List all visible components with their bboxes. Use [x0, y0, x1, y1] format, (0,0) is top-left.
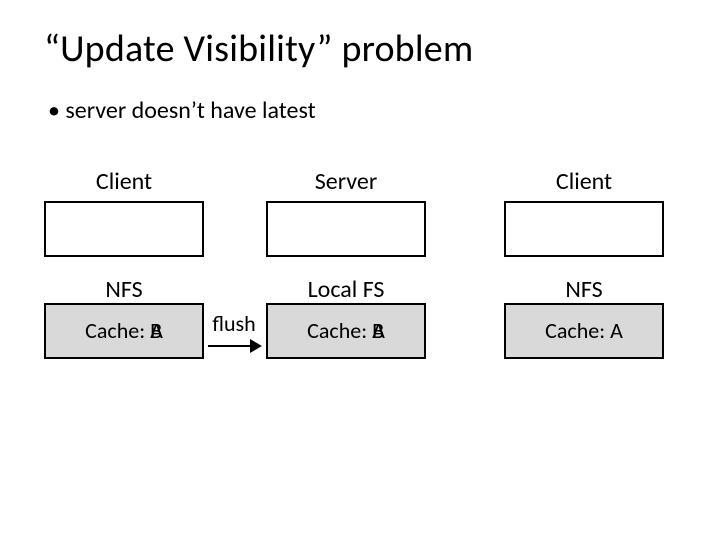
cache-prefix: Cache: — [85, 317, 150, 344]
cache-value: A — [610, 317, 623, 344]
client-right-fs-name: NFS — [504, 277, 664, 303]
server-cache-box: Cache: AB — [266, 303, 426, 359]
flush-arrow: flush — [204, 310, 266, 353]
client-right-cache-box: Cache: A — [504, 303, 664, 359]
cache-prefix: Cache: — [307, 317, 372, 344]
cache-box-row: Cache: AB flush Cache: AB Cache: A — [44, 303, 676, 359]
cache-label-row: NFS Local FS NFS — [44, 277, 676, 303]
client-left-cache-box: Cache: AB — [44, 303, 204, 359]
server-top-box — [266, 201, 426, 257]
slide-title: “Update Visibility” problem — [44, 28, 676, 72]
server-fs-name: Local FS — [266, 277, 426, 303]
header-client-left: Client — [44, 169, 204, 195]
cache-value-overprint: AB — [372, 319, 385, 343]
client-left-fs-name: NFS — [44, 277, 204, 303]
cache-text: Cache: AB — [307, 319, 385, 343]
cache-prefix: Cache: — [545, 317, 610, 344]
column-headers: Client Server Client — [44, 169, 676, 195]
client-left-top-box — [44, 201, 204, 257]
bullet-server-lacks-latest: server doesn’t have latest — [48, 96, 676, 125]
header-client-right: Client — [504, 169, 664, 195]
flush-label: flush — [212, 310, 255, 337]
cache-text: Cache: AB — [85, 319, 163, 343]
slide: “Update Visibility” problem server doesn… — [0, 0, 720, 540]
cache-value-over: B — [150, 319, 162, 343]
cache-text: Cache: A — [545, 319, 623, 343]
header-server: Server — [266, 169, 426, 195]
top-box-row — [44, 201, 676, 257]
cache-value-over: B — [372, 319, 384, 343]
spacer — [44, 257, 676, 277]
client-right-top-box — [504, 201, 664, 257]
arrow-right-icon — [208, 339, 262, 353]
cache-value-overprint: AB — [150, 319, 163, 343]
